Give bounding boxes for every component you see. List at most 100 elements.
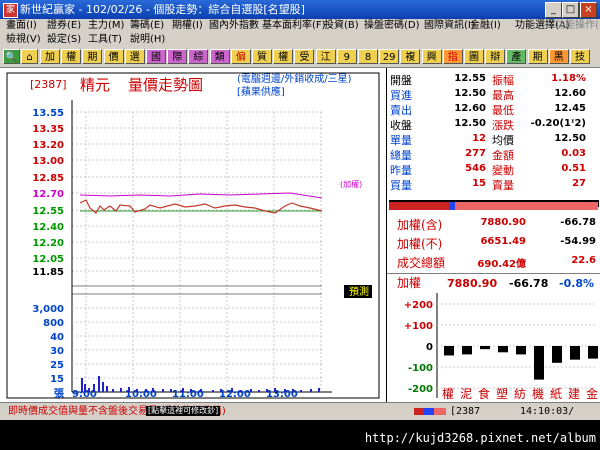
index-change-with: -66.78 xyxy=(560,217,596,228)
menu-item[interactable]: 國際資訊(I) xyxy=(424,19,475,33)
sector-tick: +200 xyxy=(404,300,433,311)
toolbar-button[interactable]: 選 xyxy=(124,49,145,64)
quote-label-prev_vol: 昨量 xyxy=(390,164,412,177)
menu-item[interactable]: 畫面(I) xyxy=(6,19,37,33)
sector-category: 食 xyxy=(478,386,490,401)
toolbar-button[interactable]: 指 xyxy=(442,49,463,64)
volume-bar xyxy=(240,390,242,392)
sector-bar xyxy=(552,346,562,363)
menu-item[interactable]: 期權(I) xyxy=(172,19,203,33)
quote-value-amplitude: 1.18% xyxy=(551,73,586,84)
volume-bar xyxy=(318,388,320,392)
toolbar-button[interactable]: 質 xyxy=(252,49,272,64)
toolbar-button[interactable]: 8 xyxy=(358,49,378,64)
index-label-with: 加權(含) xyxy=(397,218,443,232)
toolbar-button[interactable]: 權 xyxy=(273,49,294,64)
maximize-button[interactable]: □ xyxy=(562,2,579,18)
menu-item[interactable]: 功能操作(F) xyxy=(555,19,600,33)
sector-change: -66.78 xyxy=(509,277,548,290)
color-swatch-red xyxy=(414,408,424,415)
sector-category: 泥 xyxy=(460,387,472,401)
menu-item[interactable]: 主力(M) xyxy=(88,19,124,33)
index-change-without: -54.99 xyxy=(560,236,596,247)
menu-item[interactable]: 操盤密碼(D) xyxy=(364,19,420,33)
toolbar-button[interactable]: 受 xyxy=(294,49,315,64)
toolbar-button[interactable]: 期 xyxy=(527,49,548,64)
toolbar: 🔍 ⌂ 加權期價選國際綜類偏質權受江 9 8 29 複興指圖辯產期黑技 xyxy=(0,47,600,68)
volume-bar xyxy=(231,388,233,392)
volume-bar xyxy=(220,389,222,392)
toolbar-button[interactable]: 29 xyxy=(379,49,400,64)
toolbar-button[interactable]: 偏 xyxy=(230,49,251,64)
menu-item[interactable]: 金融(I) xyxy=(470,19,501,33)
toolbar-button[interactable]: 加 xyxy=(40,49,60,64)
sector-category: 建 xyxy=(568,387,580,401)
quote-label-amount: 金額 xyxy=(492,149,514,162)
toolbar-button[interactable]: 價 xyxy=(103,49,124,64)
buy-sell-bar-pink xyxy=(455,202,598,210)
quote-value-open: 12.55 xyxy=(454,73,486,84)
price-tick: 12.40 xyxy=(32,222,64,233)
close-button[interactable]: × xyxy=(580,2,597,18)
menu-item[interactable]: 投資(B) xyxy=(324,19,359,33)
quote-label-high: 最高 xyxy=(492,89,514,102)
toolbar-button[interactable]: 辯 xyxy=(485,49,506,64)
quote-label-amplitude: 振幅 xyxy=(492,74,514,87)
menu-item[interactable]: 檢視(V) xyxy=(6,33,41,47)
menu-item[interactable]: 說明(H) xyxy=(130,33,165,47)
volume-tick: 30 xyxy=(50,346,64,357)
toolbar-button[interactable]: 興 xyxy=(421,49,442,64)
home-icon[interactable]: ⌂ xyxy=(21,49,38,64)
volume-bar xyxy=(200,389,202,392)
toolbar-button[interactable]: 際 xyxy=(167,49,188,64)
menu-item[interactable]: 設定(S) xyxy=(47,33,81,47)
quote-label-turnover: 變動 xyxy=(492,164,514,177)
toolbar-button[interactable]: 複 xyxy=(400,49,421,64)
ref-tag: (加權) xyxy=(340,179,362,189)
quote-label-low: 最低 xyxy=(492,104,514,117)
quote-value-low: 12.45 xyxy=(554,103,586,114)
toolbar-button[interactable]: 圖 xyxy=(464,49,484,64)
toolbar-button[interactable]: 權 xyxy=(61,49,82,64)
minimize-button[interactable]: _ xyxy=(545,2,562,18)
search-icon[interactable]: 🔍 xyxy=(3,49,20,64)
toolbar-button[interactable]: 國 xyxy=(146,49,166,64)
volume-bar xyxy=(152,388,154,392)
menu-item[interactable]: 證券(E) xyxy=(47,19,81,33)
stock-supplier: [蘋果供應] xyxy=(237,85,285,98)
menu-item[interactable]: 國內外指數 xyxy=(209,19,259,33)
sector-tick: +100 xyxy=(404,321,433,332)
quote-label-open: 開盤 xyxy=(390,74,412,87)
volume-bar xyxy=(102,382,104,392)
window-title: 新世紀贏家 - 102/02/26 - 個股走勢：綜合自選股[名望股] xyxy=(20,3,305,16)
status-overlay[interactable]: [點擊這裡可修改鈔] xyxy=(146,406,221,416)
toolbar-button[interactable]: 黑 xyxy=(548,49,569,64)
chart-title: 量價走勢圖 xyxy=(128,76,203,94)
quote-label-change: 漲跌 xyxy=(492,119,514,132)
toolbar-button[interactable]: 江 xyxy=(315,49,336,64)
toolbar-button[interactable]: 綜 xyxy=(188,49,209,64)
index-label-turnover: 成交總額 xyxy=(397,256,446,270)
menu-item[interactable]: 基本面利率(F) xyxy=(262,19,326,33)
price-axis: 13.55 13.35 13.20 13.00 12.85 12.70 12.55 12.40… xyxy=(32,108,64,278)
toolbar-button[interactable]: 產 xyxy=(506,49,527,64)
volume-bar xyxy=(112,389,114,392)
volume-bar xyxy=(162,389,164,392)
sector-value: 7880.90 xyxy=(447,277,497,290)
sector-category: 塑 xyxy=(496,386,508,401)
menu-item[interactable]: 籌碼(E) xyxy=(130,19,164,33)
toolbar-button[interactable]: 9 xyxy=(336,49,357,64)
quote-value-single: 12 xyxy=(472,133,486,144)
toolbar-button[interactable]: 技 xyxy=(570,49,590,64)
sector-tick: 0 xyxy=(426,342,433,353)
quote-value-high: 12.60 xyxy=(554,88,586,99)
toolbar-button[interactable]: 期 xyxy=(82,49,103,64)
volume-bar xyxy=(274,388,276,392)
watermark-url: http://kujd3268.pixnet.net/album xyxy=(364,431,596,445)
title-bar: 家 新世紀贏家 - 102/02/26 - 個股走勢：綜合自選股[名望股] _ … xyxy=(0,0,600,19)
chart-canvas: [2387] 精元 量價走勢圖 (電腦週邊/外銷收成/三星) [蘋果供應] 13… xyxy=(6,72,380,400)
volume-tick: 800 xyxy=(43,318,64,329)
price-tick: 12.85 xyxy=(32,173,64,184)
toolbar-button[interactable]: 類 xyxy=(209,49,230,64)
menu-item[interactable]: 工具(T) xyxy=(88,33,122,47)
